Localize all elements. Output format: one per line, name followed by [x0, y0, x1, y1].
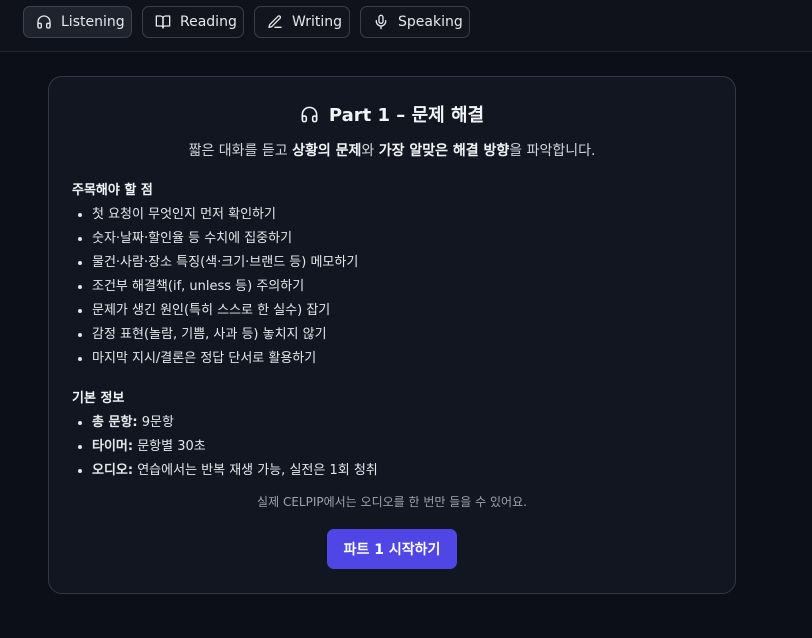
info-label: 타이머: [92, 439, 134, 454]
list-item: 첫 요청이 무엇인지 먼저 확인하기 [92, 203, 358, 227]
info-heading: 기본 정보 [72, 391, 125, 406]
list-item: 조건부 해결책(if, unless 등) 주의하기 [92, 275, 358, 299]
card-subtitle: 짧은 대화를 듣고 상황의 문제와 가장 알맞은 해결 방향을 파악합니다. [49, 140, 735, 160]
pencil-icon [267, 14, 283, 30]
list-item: 마지막 지시/결론은 정답 단서로 활용하기 [92, 347, 358, 371]
start-part-button[interactable]: 파트 1 시작하기 [327, 529, 457, 569]
focus-heading: 주목해야 할 점 [72, 183, 153, 198]
info-value: 9문항 [137, 415, 174, 430]
card-title: Part 1 – 문제 해결 [49, 101, 735, 127]
subtitle-text: 짧은 대화를 듣고 [188, 143, 293, 159]
tab-label: Writing [292, 14, 342, 30]
list-item: 오디오: 연습에서는 반복 재생 가능, 실전은 1회 청취 [92, 459, 378, 483]
info-list: 총 문항: 9문항 타이머: 문항별 30초 오디오: 연습에서는 반복 재생 … [72, 411, 378, 483]
microphone-icon [373, 14, 389, 30]
tab-writing[interactable]: Writing [254, 6, 350, 38]
subtitle-emphasis: 상황의 문제 [292, 143, 362, 159]
tab-listening[interactable]: Listening [23, 6, 132, 38]
book-open-icon [155, 14, 171, 30]
list-item: 문제가 생긴 원인(특히 스스로 한 실수) 잡기 [92, 299, 358, 323]
list-item: 감정 표현(놀람, 기쁨, 사과 등) 놓치지 않기 [92, 323, 358, 347]
tab-label: Listening [61, 14, 125, 30]
info-label: 총 문항: [92, 415, 138, 430]
subtitle-text: 을 파악합니다. [509, 143, 596, 159]
tab-label: Speaking [398, 14, 463, 30]
list-item: 타이머: 문항별 30초 [92, 435, 378, 459]
headphones-icon [300, 105, 319, 124]
tab-label: Reading [180, 14, 237, 30]
headphones-icon [36, 14, 52, 30]
tab-reading[interactable]: Reading [142, 6, 244, 38]
tab-speaking[interactable]: Speaking [360, 6, 470, 38]
list-item: 총 문항: 9문항 [92, 411, 378, 435]
focus-list: 첫 요청이 무엇인지 먼저 확인하기 숫자·날짜·할인율 등 수치에 집중하기 … [72, 203, 358, 371]
subtitle-emphasis: 가장 알맞은 해결 방향 [378, 143, 510, 159]
subtitle-text: 와 [361, 143, 379, 159]
list-item: 숫자·날짜·할인율 등 수치에 집중하기 [92, 227, 358, 251]
list-item: 물건·사람·장소 특징(색·크기·브랜드 등) 메모하기 [92, 251, 358, 275]
audio-note: 실제 CELPIP에서는 오디오를 한 번만 들을 수 있어요. [257, 495, 527, 509]
info-value: 연습에서는 반복 재생 가능, 실전은 1회 청취 [133, 463, 378, 478]
top-nav: Listening Reading Writing Speaking [0, 0, 812, 52]
card-title-text: Part 1 – 문제 해결 [328, 105, 485, 126]
part-card: Part 1 – 문제 해결 짧은 대화를 듣고 상황의 문제와 가장 알맞은 … [48, 76, 736, 594]
info-label: 오디오: [92, 463, 134, 478]
info-value: 문항별 30초 [133, 439, 206, 454]
